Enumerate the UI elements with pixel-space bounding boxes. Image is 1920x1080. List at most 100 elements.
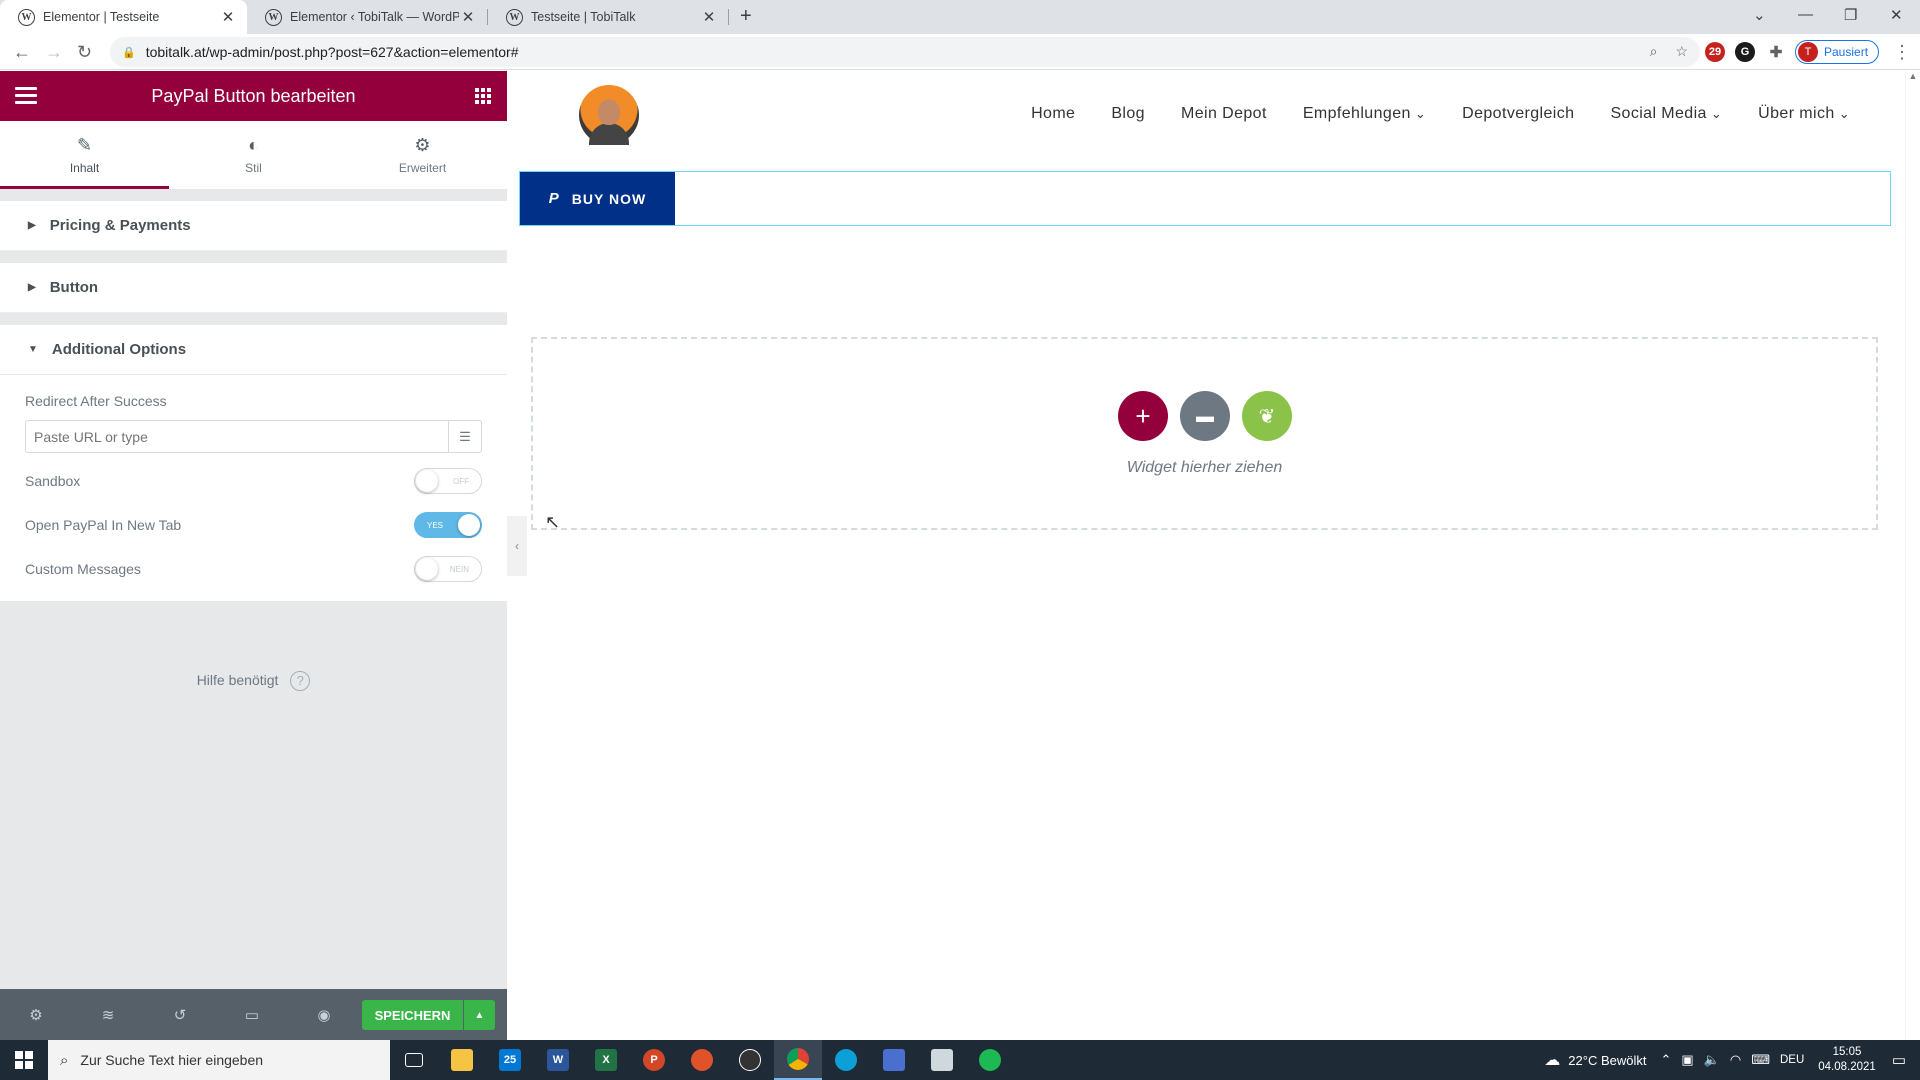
wordpress-icon: W — [265, 8, 282, 26]
widgets-grid-icon[interactable] — [475, 88, 491, 104]
help-link[interactable]: Hilfe benötigt ? — [0, 671, 507, 691]
notepad-icon[interactable] — [918, 1040, 966, 1080]
panel-title: PayPal Button bearbeiten — [151, 85, 356, 106]
extensions-puzzle-icon[interactable]: ✚ — [1766, 42, 1786, 62]
browser-tab-strip: W Elementor | Testseite ✕ W Elementor ‹ … — [0, 0, 1920, 34]
dynamic-tags-icon[interactable]: ☰ — [449, 420, 482, 453]
language-indicator[interactable]: DEU — [1780, 1054, 1804, 1066]
preview-scrollbar[interactable]: ▲ — [1905, 71, 1920, 1040]
network-icon[interactable]: ▣ — [1681, 1052, 1693, 1068]
time: 15:05 — [1832, 1046, 1862, 1058]
responsive-mode-icon[interactable]: ▭ — [216, 1006, 288, 1024]
back-icon[interactable]: ← — [13, 42, 31, 63]
file-explorer-icon[interactable] — [438, 1040, 486, 1080]
redirect-url-input[interactable] — [25, 420, 449, 453]
nav-label: Social Media — [1610, 105, 1707, 122]
clock[interactable]: 15:05 04.08.2021 — [1818, 1045, 1876, 1075]
collapse-panel-chevron-icon[interactable]: ‹ — [507, 516, 527, 576]
paypal-button-widget[interactable]: P BUY NOW — [519, 171, 1891, 226]
additional-options-body: Redirect After Success ☰ Sandbox OFF Ope… — [0, 375, 507, 601]
notification-icon[interactable]: ▭ — [1892, 1051, 1906, 1069]
tab-title: Elementor ‹ TobiTalk — WordPre — [290, 10, 459, 24]
chevron-up-icon[interactable]: ⌃ — [1660, 1052, 1671, 1068]
elementor-panel: PayPal Button bearbeiten ✎ Inhalt ◐ Stil… — [0, 71, 507, 1040]
windows-start-icon[interactable] — [0, 1040, 48, 1080]
custom-messages-toggle[interactable]: NEIN — [414, 556, 482, 582]
volume-icon[interactable]: 🔈 — [1704, 1052, 1720, 1068]
minimize-button[interactable]: — — [1798, 6, 1813, 23]
spotify-icon[interactable] — [966, 1040, 1014, 1080]
add-section-plus-icon[interactable]: + — [1118, 391, 1168, 441]
powerpoint-icon[interactable]: P — [630, 1040, 678, 1080]
browser-tab-testseite-tobitalk[interactable]: W Testseite | TobiTalk ✕ — [488, 0, 728, 34]
forward-icon[interactable]: → — [45, 42, 63, 63]
save-button[interactable]: SPEICHERN — [362, 1000, 463, 1030]
section-pricing-payments[interactable]: ▶ Pricing & Payments — [0, 201, 507, 251]
wifi-icon[interactable]: ◠ — [1730, 1052, 1741, 1068]
caret-down-icon: ▼ — [28, 344, 38, 355]
nav-depotvergleich[interactable]: Depotvergleich — [1462, 105, 1574, 123]
word-icon[interactable]: W — [534, 1040, 582, 1080]
new-tab-button[interactable]: + — [740, 5, 752, 28]
restore-button[interactable]: ❐ — [1844, 6, 1857, 24]
excel-icon[interactable]: X — [582, 1040, 630, 1080]
url-text: tobitalk.at/wp-admin/post.php?post=627&a… — [145, 44, 519, 60]
nav-ueber-mich[interactable]: Über mich — [1758, 105, 1850, 123]
close-icon[interactable]: ✕ — [700, 8, 718, 26]
tab-search-icon[interactable]: ⌄ — [1753, 6, 1766, 24]
tab-erweitert[interactable]: ⚙ Erweitert — [338, 121, 507, 189]
weather-text[interactable]: 22°C Bewölkt — [1568, 1053, 1646, 1068]
app-icon[interactable] — [678, 1040, 726, 1080]
extension-badge-icon[interactable]: 29 — [1705, 42, 1725, 62]
reload-icon[interactable]: ↻ — [77, 42, 92, 63]
bookmark-star-icon[interactable]: ☆ — [1675, 43, 1688, 60]
browser-tab-elementor-tobitalk[interactable]: W Elementor ‹ TobiTalk — WordPre ✕ — [247, 0, 487, 34]
keyboard-icon[interactable]: ⌨ — [1751, 1052, 1770, 1068]
template-folder-icon[interactable]: ▬ — [1180, 391, 1230, 441]
save-options-caret-icon[interactable]: ▲ — [464, 1000, 495, 1030]
buy-now-button[interactable]: P BUY NOW — [520, 172, 675, 225]
zoom-icon[interactable]: ⌕ — [1650, 43, 1658, 60]
close-icon[interactable]: ✕ — [219, 8, 237, 26]
nav-label: Über mich — [1758, 105, 1835, 122]
profile-button[interactable]: T Pausiert — [1795, 40, 1880, 64]
tab-label: Inhalt — [69, 161, 100, 175]
task-view-icon[interactable] — [390, 1040, 438, 1080]
hamburger-menu-icon[interactable] — [15, 87, 37, 104]
taskbar-search[interactable]: ⌕ Zur Suche Text hier eingeben — [48, 1040, 390, 1080]
history-icon[interactable]: ↺ — [144, 1006, 216, 1024]
toggle-state: OFF — [453, 476, 469, 486]
nav-blog[interactable]: Blog — [1111, 105, 1145, 123]
preview-eye-icon[interactable]: ◉ — [288, 1006, 360, 1024]
edge-icon[interactable] — [822, 1040, 870, 1080]
settings-gear-icon[interactable]: ⚙ — [0, 1006, 72, 1024]
tab-inhalt[interactable]: ✎ Inhalt — [0, 121, 169, 189]
nav-empfehlungen[interactable]: Empfehlungen — [1303, 105, 1426, 123]
section-additional-options[interactable]: ▼ Additional Options — [0, 325, 507, 375]
nav-social-media[interactable]: Social Media — [1610, 105, 1722, 123]
address-bar[interactable]: 🔒 tobitalk.at/wp-admin/post.php?post=627… — [110, 37, 1700, 67]
tab-stil[interactable]: ◐ Stil — [169, 121, 338, 189]
toggle-knob — [458, 514, 480, 536]
envato-leaf-icon[interactable]: ❦ — [1242, 391, 1292, 441]
menu-kebab-icon[interactable]: ⋮ — [1893, 42, 1911, 63]
navigator-layers-icon[interactable]: ≋ — [72, 1006, 144, 1024]
close-icon[interactable]: ✕ — [459, 8, 477, 26]
browser-tab-elementor-testseite[interactable]: W Elementor | Testseite ✕ — [0, 0, 247, 34]
address-bar-actions: ⌕ ☆ — [1650, 43, 1688, 60]
grammarly-icon[interactable]: G — [1735, 42, 1755, 62]
mail-icon[interactable]: 25 — [486, 1040, 534, 1080]
caret-right-icon: ▶ — [28, 220, 36, 231]
widget-drop-zone[interactable]: + ▬ ❦ Widget hierher ziehen — [531, 337, 1878, 530]
nav-home[interactable]: Home — [1031, 105, 1075, 123]
chrome-icon[interactable] — [774, 1040, 822, 1080]
section-button[interactable]: ▶ Button — [0, 263, 507, 313]
site-logo[interactable] — [579, 85, 639, 145]
snipping-tool-icon[interactable] — [870, 1040, 918, 1080]
close-window-button[interactable]: ✕ — [1890, 6, 1903, 24]
newtab-toggle[interactable]: YES — [414, 512, 482, 538]
nav-mein-depot[interactable]: Mein Depot — [1181, 105, 1267, 123]
obs-icon[interactable] — [726, 1040, 774, 1080]
sandbox-toggle[interactable]: OFF — [414, 468, 482, 494]
section-title: Additional Options — [51, 341, 187, 358]
